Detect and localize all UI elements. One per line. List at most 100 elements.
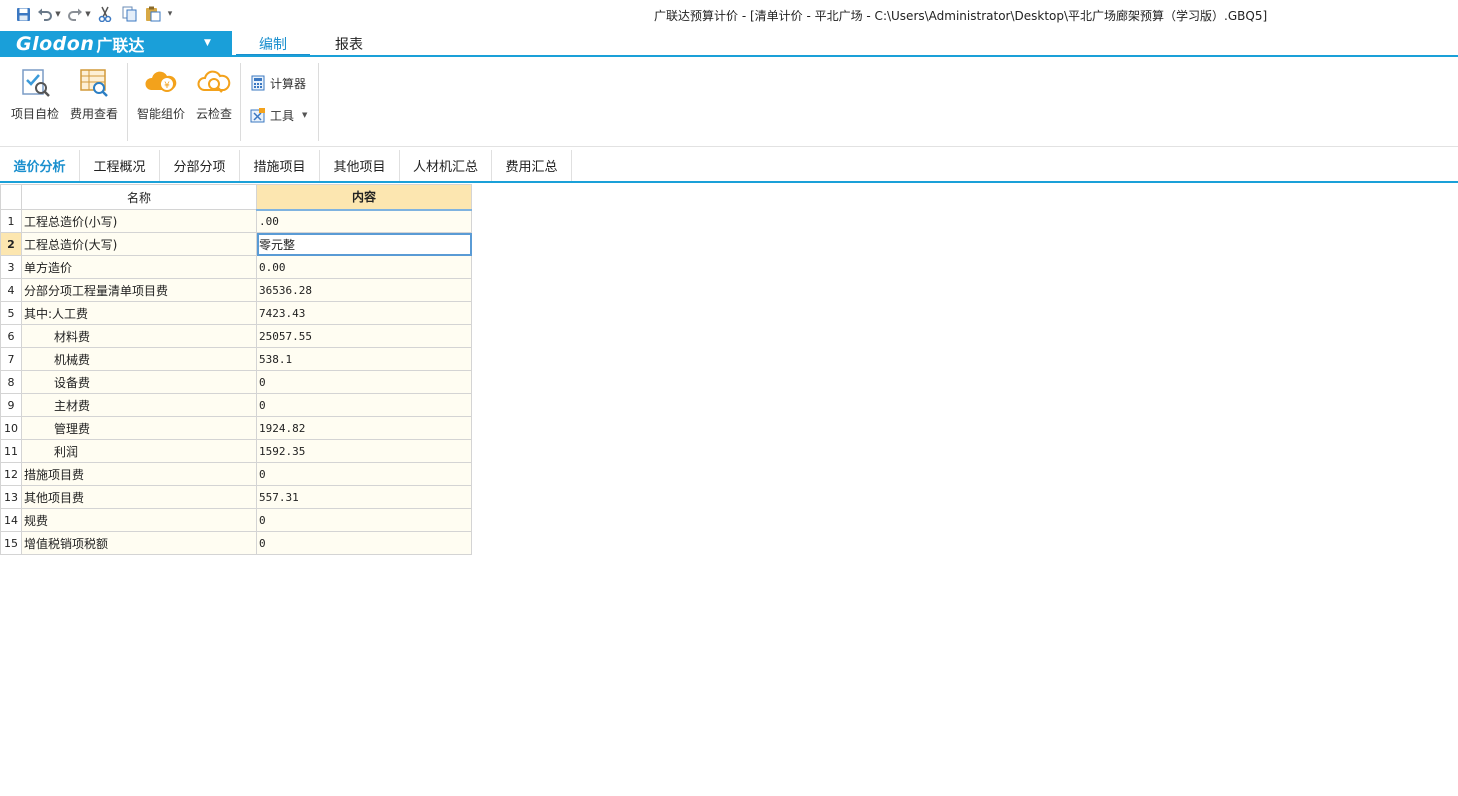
content-cell[interactable]: 0	[256, 370, 472, 394]
table-row[interactable]: 12 措施项目费 0	[0, 462, 472, 486]
cloud-check-label: 云检查	[195, 107, 232, 121]
table-row[interactable]: 7 机械费 538.1	[0, 347, 472, 371]
cut-icon[interactable]	[96, 5, 114, 23]
tab-measures[interactable]: 措施项目	[240, 150, 320, 181]
content-cell[interactable]: 1592.35	[256, 439, 472, 463]
svg-text:¥: ¥	[164, 81, 170, 91]
tab-labor-material-summary[interactable]: 人材机汇总	[400, 150, 492, 181]
content-cell[interactable]: 零元整	[256, 232, 472, 256]
name-cell[interactable]: 利润	[21, 439, 257, 463]
row-number[interactable]: 13	[0, 485, 22, 509]
name-cell[interactable]: 其中:人工费	[21, 301, 257, 325]
table-row[interactable]: 13 其他项目费 557.31	[0, 485, 472, 509]
table-row[interactable]: 1 工程总造价(小写) .00	[0, 209, 472, 233]
name-cell[interactable]: 机械费	[21, 347, 257, 371]
row-number[interactable]: 2	[0, 232, 22, 256]
table-row[interactable]: 14 规费 0	[0, 508, 472, 532]
undo-icon[interactable]	[36, 5, 54, 23]
name-cell[interactable]: 主材费	[21, 393, 257, 417]
name-cell[interactable]: 措施项目费	[21, 462, 257, 486]
customize-icon[interactable]: ▾	[166, 9, 174, 19]
row-number[interactable]: 8	[0, 370, 22, 394]
row-number[interactable]: 9	[0, 393, 22, 417]
cost-analysis-grid: 名称 内容 1 工程总造价(小写) .00 2 工程总造价(大写) 零元整 3 单方造价 0.0…	[0, 184, 472, 555]
content-cell[interactable]: 0	[256, 393, 472, 417]
name-cell[interactable]: 分部分项工程量清单项目费	[21, 278, 257, 302]
content-column-header[interactable]: 内容	[256, 184, 472, 211]
ribbon-separator	[240, 63, 241, 141]
name-cell[interactable]: 单方造价	[21, 255, 257, 279]
content-cell[interactable]: 36536.28	[256, 278, 472, 302]
content-cell[interactable]: 1924.82	[256, 416, 472, 440]
project-check-icon	[18, 65, 52, 99]
tools-button[interactable]: 工具 ▼	[250, 105, 307, 125]
table-row[interactable]: 10 管理费 1924.82	[0, 416, 472, 440]
tab-cost-analysis[interactable]: 造价分析	[0, 150, 80, 181]
redo-icon[interactable]	[66, 5, 84, 23]
copy-icon[interactable]	[120, 5, 138, 23]
calculator-button[interactable]: 计算器	[250, 73, 306, 93]
content-cell[interactable]: 538.1	[256, 347, 472, 371]
content-cell[interactable]: 0.00	[256, 255, 472, 279]
table-row[interactable]: 6 材料费 25057.55	[0, 324, 472, 348]
tools-dropdown-icon[interactable]: ▼	[302, 111, 307, 119]
table-row[interactable]: 5 其中:人工费 7423.43	[0, 301, 472, 325]
content-cell[interactable]: .00	[256, 209, 472, 233]
table-row[interactable]: 9 主材费 0	[0, 393, 472, 417]
content-cell[interactable]: 0	[256, 531, 472, 555]
name-cell[interactable]: 工程总造价(小写)	[21, 209, 257, 233]
tools-icon	[250, 107, 266, 123]
tab-fee-summary[interactable]: 费用汇总	[492, 150, 572, 181]
row-number-header[interactable]	[0, 184, 22, 210]
table-row[interactable]: 8 设备费 0	[0, 370, 472, 394]
tab-sub-items[interactable]: 分部分项	[160, 150, 240, 181]
name-cell[interactable]: 工程总造价(大写)	[21, 232, 257, 256]
app-logo-menu[interactable]: Glodon 广联达 ▼	[0, 31, 232, 56]
name-cell[interactable]: 设备费	[21, 370, 257, 394]
row-number[interactable]: 12	[0, 462, 22, 486]
table-row[interactable]: 11 利润 1592.35	[0, 439, 472, 463]
table-row[interactable]: 4 分部分项工程量清单项目费 36536.28	[0, 278, 472, 302]
table-row[interactable]: 3 单方造价 0.00	[0, 255, 472, 279]
redo-dropdown-icon[interactable]: ▼	[84, 10, 92, 18]
document-tabs: 造价分析 工程概况 分部分项 措施项目 其他项目 人材机汇总 费用汇总	[0, 150, 1458, 184]
row-number[interactable]: 15	[0, 531, 22, 555]
tabs-underline	[0, 181, 1458, 183]
name-cell[interactable]: 规费	[21, 508, 257, 532]
cloud-check-button[interactable]: 云检查	[186, 65, 242, 127]
undo-dropdown-icon[interactable]: ▼	[54, 10, 62, 18]
row-number[interactable]: 14	[0, 508, 22, 532]
name-cell[interactable]: 管理费	[21, 416, 257, 440]
content-cell[interactable]: 7423.43	[256, 301, 472, 325]
calculator-label: 计算器	[270, 76, 307, 91]
smart-pricing-button[interactable]: ¥ 智能组价	[133, 65, 189, 127]
row-number[interactable]: 3	[0, 255, 22, 279]
content-cell[interactable]: 0	[256, 462, 472, 486]
row-number[interactable]: 7	[0, 347, 22, 371]
content-cell[interactable]: 0	[256, 508, 472, 532]
fee-view-button[interactable]: 费用查看	[66, 65, 122, 127]
name-cell[interactable]: 材料费	[21, 324, 257, 348]
name-cell[interactable]: 其他项目费	[21, 485, 257, 509]
row-number[interactable]: 6	[0, 324, 22, 348]
row-number[interactable]: 5	[0, 301, 22, 325]
content-cell[interactable]: 557.31	[256, 485, 472, 509]
menu-tab-report[interactable]: 报表	[312, 33, 386, 55]
tab-other-items[interactable]: 其他项目	[320, 150, 400, 181]
name-column-header[interactable]: 名称	[21, 184, 257, 210]
save-icon[interactable]	[14, 5, 32, 23]
row-number[interactable]: 1	[0, 209, 22, 233]
row-number[interactable]: 4	[0, 278, 22, 302]
menu-tab-edit[interactable]: 编制	[236, 33, 310, 57]
project-check-button[interactable]: 项目自检	[7, 65, 63, 127]
grid-header-row: 名称 内容	[0, 184, 472, 211]
row-number[interactable]: 10	[0, 416, 22, 440]
tab-project-overview[interactable]: 工程概况	[80, 150, 160, 181]
window-title: 广联达预算计价 - [清单计价 - 平北广场 - C:\Users\Admini…	[654, 9, 1268, 23]
table-row[interactable]: 15 增值税销项税额 0	[0, 531, 472, 555]
name-cell[interactable]: 增值税销项税额	[21, 531, 257, 555]
table-row[interactable]: 2 工程总造价(大写) 零元整	[0, 232, 472, 256]
content-cell[interactable]: 25057.55	[256, 324, 472, 348]
row-number[interactable]: 11	[0, 439, 22, 463]
paste-icon[interactable]	[144, 5, 162, 23]
